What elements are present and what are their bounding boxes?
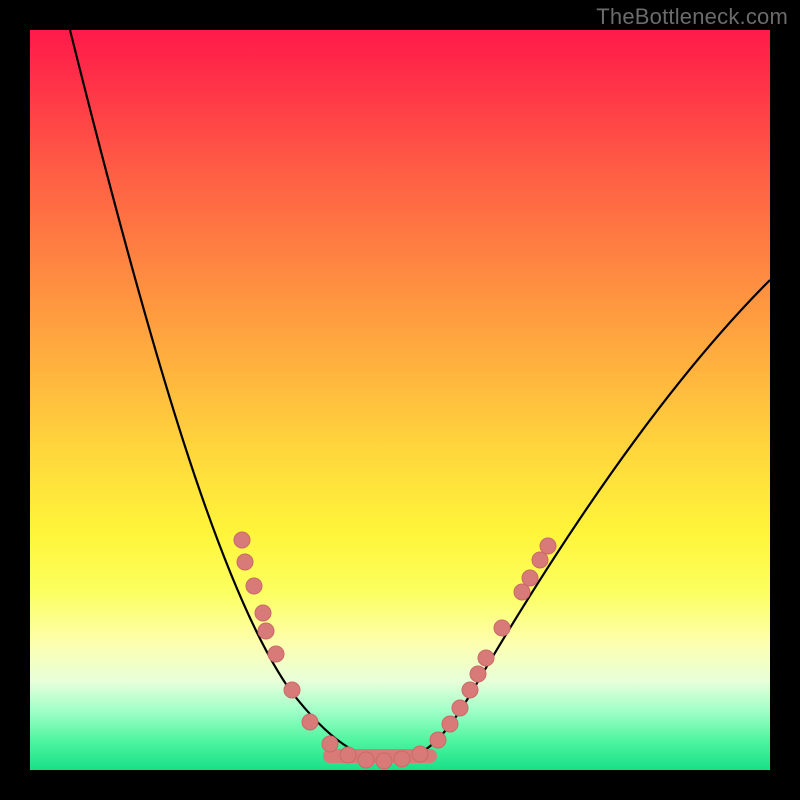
data-marker (322, 736, 338, 752)
data-marker (234, 532, 250, 548)
data-marker (284, 682, 300, 698)
curve-path (70, 30, 770, 760)
watermark-text: TheBottleneck.com (596, 4, 788, 30)
data-marker (442, 716, 458, 732)
plot-area (30, 30, 770, 770)
data-marker (514, 584, 530, 600)
data-marker (540, 538, 556, 554)
data-marker (470, 666, 486, 682)
data-marker (255, 605, 271, 621)
data-marker (412, 746, 428, 762)
data-marker (376, 753, 392, 769)
data-marker (258, 623, 274, 639)
bottleneck-curve (30, 30, 770, 770)
data-marker (462, 682, 478, 698)
data-marker (452, 700, 468, 716)
data-marker (532, 552, 548, 568)
data-marker (522, 570, 538, 586)
marker-group (234, 532, 556, 769)
chart-frame: TheBottleneck.com (0, 0, 800, 800)
data-marker (494, 620, 510, 636)
data-marker (237, 554, 253, 570)
data-marker (430, 732, 446, 748)
data-marker (394, 751, 410, 767)
data-marker (268, 646, 284, 662)
data-marker (246, 578, 262, 594)
data-marker (358, 752, 374, 768)
data-marker (302, 714, 318, 730)
data-marker (478, 650, 494, 666)
data-marker (340, 747, 356, 763)
